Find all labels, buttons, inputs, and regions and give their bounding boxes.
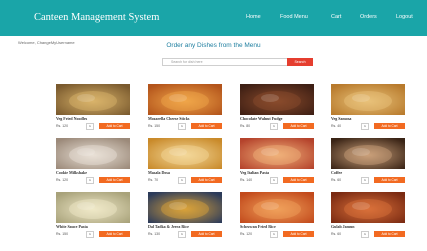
menu-card: Dal Tadka & Jeera Rice Rs. 130 1 Add to Car… [148, 192, 222, 240]
add-to-cart-button[interactable]: Add to Cart [99, 231, 130, 237]
menu-card: Chocolate Walnut Fudge Rs. 80 1 Add to Cart [240, 84, 314, 132]
add-to-cart-button[interactable]: Add to Cart [374, 177, 405, 183]
quantity-input[interactable]: 1 [178, 123, 186, 130]
food-price: Rs. 60 [331, 178, 342, 182]
quantity-input[interactable]: 1 [270, 231, 278, 238]
search-button[interactable]: Search [287, 58, 313, 66]
food-price: Rs. 120 [240, 232, 253, 236]
navbar: Canteen Management System Home Food Menu… [0, 0, 427, 36]
food-name: White Sauce Pasta [56, 224, 88, 229]
add-to-cart-button[interactable]: Add to Cart [191, 177, 222, 183]
add-to-cart-button[interactable]: Add to Cart [374, 231, 405, 237]
quantity-input[interactable]: 1 [361, 177, 369, 184]
food-name: Gulab Jamun [331, 224, 355, 229]
food-image [56, 84, 130, 115]
menu-card: Masala Dosa Rs. 70 1 Add to Cart [148, 138, 222, 186]
food-image [148, 84, 222, 115]
food-image [240, 138, 314, 169]
food-image [331, 138, 405, 169]
nav-link-orders[interactable]: Orders [360, 14, 377, 20]
food-name: Veg Fried Noodles [56, 116, 88, 121]
food-image [56, 138, 130, 169]
food-name: Cookie Milkshake [56, 170, 88, 175]
menu-card: Cookie Milkshake Rs. 120 1 Add to Cart [56, 138, 130, 186]
food-price: Rs. 70 [148, 178, 159, 182]
food-price: Rs. 40 [331, 124, 342, 128]
quantity-input[interactable]: 1 [86, 177, 94, 184]
add-to-cart-button[interactable]: Add to Cart [374, 123, 405, 129]
menu-card: Schezwan Fried Rice Rs. 120 1 Add to Cart [240, 192, 314, 240]
quantity-input[interactable]: 1 [86, 231, 94, 238]
menu-card: Coffee Rs. 60 1 Add to Cart [331, 138, 405, 186]
food-name: Dal Tadka & Jeera Rice [148, 224, 189, 229]
menu-card: Veg Samosa Rs. 40 1 Add to Cart [331, 84, 405, 132]
nav-link-food-menu[interactable]: Food Menu [280, 14, 308, 20]
food-price: Rs. 150 [148, 124, 161, 128]
quantity-input[interactable]: 1 [178, 231, 186, 238]
food-image [56, 192, 130, 223]
food-name: Masala Dosa [148, 170, 170, 175]
add-to-cart-button[interactable]: Add to Cart [191, 231, 222, 237]
food-image [331, 192, 405, 223]
menu-card: Gulab Jamun Rs. 60 1 Add to Cart [331, 192, 405, 240]
food-name: Veg Italian Pasta [240, 170, 269, 175]
add-to-cart-button[interactable]: Add to Cart [283, 231, 314, 237]
add-to-cart-button[interactable]: Add to Cart [99, 177, 130, 183]
quantity-input[interactable]: 1 [178, 177, 186, 184]
page-heading: Order any Dishes from the Menu [166, 42, 261, 49]
food-name: Schezwan Fried Rice [240, 224, 276, 229]
add-to-cart-button[interactable]: Add to Cart [191, 123, 222, 129]
food-image [148, 138, 222, 169]
add-to-cart-button[interactable]: Add to Cart [99, 123, 130, 129]
food-image [240, 84, 314, 115]
nav-link-home[interactable]: Home [246, 14, 261, 20]
quantity-input[interactable]: 1 [270, 123, 278, 130]
quantity-input[interactable]: 1 [361, 123, 369, 130]
food-image [331, 84, 405, 115]
food-image [240, 192, 314, 223]
food-price: Rs. 140 [240, 178, 253, 182]
quantity-input[interactable]: 1 [270, 177, 278, 184]
food-name: Veg Samosa [331, 116, 352, 121]
brand-title[interactable]: Canteen Management System [34, 12, 159, 23]
menu-card: Veg Italian Pasta Rs. 140 1 Add to Cart [240, 138, 314, 186]
food-price: Rs. 120 [56, 178, 69, 182]
food-image [148, 192, 222, 223]
add-to-cart-button[interactable]: Add to Cart [283, 123, 314, 129]
food-price: Rs. 80 [240, 124, 251, 128]
food-price: Rs. 150 [56, 232, 69, 236]
menu-card: Mozarella Cheese Sticks Rs. 150 1 Add to Ca… [148, 84, 222, 132]
food-price: Rs. 120 [56, 124, 69, 128]
food-name: Chocolate Walnut Fudge [240, 116, 283, 121]
nav-link-cart[interactable]: Cart [331, 14, 341, 20]
food-name: Mozarella Cheese Sticks [148, 116, 190, 121]
quantity-input[interactable]: 1 [86, 123, 94, 130]
search-input[interactable]: Search for dish here [162, 58, 290, 66]
menu-card: Veg Fried Noodles Rs. 120 1 Add to Cart [56, 84, 130, 132]
quantity-input[interactable]: 1 [361, 231, 369, 238]
menu-card: White Sauce Pasta Rs. 150 1 Add to Cart [56, 192, 130, 240]
add-to-cart-button[interactable]: Add to Cart [283, 177, 314, 183]
food-price: Rs. 130 [148, 232, 161, 236]
nav-link-logout[interactable]: Logout [396, 14, 413, 20]
food-name: Coffee [331, 170, 343, 175]
food-price: Rs. 60 [331, 232, 342, 236]
